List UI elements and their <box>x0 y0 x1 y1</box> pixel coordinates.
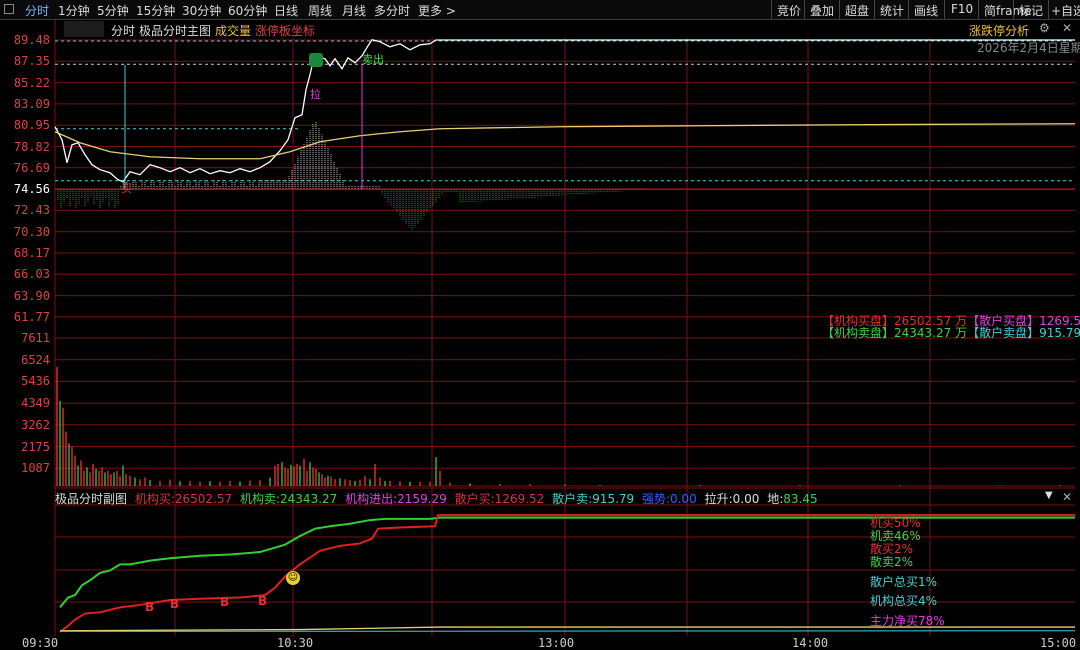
price-tick-label: 66.03 <box>13 267 50 282</box>
time-tick-label: 13:00 <box>538 636 575 650</box>
sell-badge-icon <box>309 53 323 67</box>
inst-sell-legend: 【机构卖盘】24343.27 万【散户卖盘】915.79 万 <box>822 326 1080 340</box>
limit-axis-label: 涨停板坐标 <box>255 24 316 38</box>
trend-value: 0.00 <box>670 492 697 506</box>
volume-label: 成交量 <box>215 24 252 38</box>
sell-marker: 卖出 <box>362 53 384 66</box>
price-tick-label: 70.30 <box>13 224 50 239</box>
time-tick-label: 10:30 <box>277 636 314 650</box>
retail-line <box>59 630 1076 632</box>
period-label: 分时 <box>111 24 136 38</box>
price-tick-label: 83.09 <box>13 96 50 111</box>
price-tick-label: 74.56 <box>13 182 50 197</box>
volume-tick-label: 4349 <box>21 396 50 411</box>
settings-icon[interactable]: ⚙ <box>1039 21 1050 35</box>
sub-legend-inst-total: 机构总买4% <box>870 594 938 608</box>
volume-tick-label: 6524 <box>21 352 50 367</box>
price-tick-label: 61.77 <box>13 309 50 324</box>
time-tick-label: 09:30 <box>22 636 59 650</box>
smiley-icon: ☺ <box>286 571 300 585</box>
sub-close-icon[interactable]: ✕ <box>1062 490 1072 504</box>
price-tick-label: 89.48 <box>13 33 50 47</box>
b-marker: B <box>258 594 268 608</box>
lift-value: 0.00 <box>732 492 760 506</box>
date-label: 2026年2月4日星期 <box>977 41 1080 55</box>
price-tick-label: 80.95 <box>13 118 50 133</box>
volume-tick-label: 7611 <box>21 331 50 345</box>
limit-analysis-label[interactable]: 涨跌停分析 <box>969 22 1029 39</box>
sub-chart-title: 极品分时副图 <box>55 492 128 506</box>
ground-value: 83.45 <box>783 492 818 506</box>
retail-buy-value: 1269.52 <box>494 492 545 506</box>
sub-dropdown-icon[interactable]: ▼ <box>1045 490 1053 501</box>
pull-marker: 拉 <box>310 88 321 101</box>
close-icon[interactable]: ✕ <box>1062 21 1072 35</box>
price-tick-label: 85.22 <box>13 75 50 90</box>
b-marker: B <box>170 597 180 611</box>
sub-chart-header: 极品分时副图 机构买:26502.57 机构卖:24343.27 机构进出:21… <box>55 492 818 506</box>
price-tick-label: 87.35 <box>13 54 50 69</box>
time-tick-label: 15:00 <box>1040 636 1077 650</box>
buy-marker: 买 <box>121 182 132 195</box>
inst-sell-value: 24343.27 <box>280 492 338 506</box>
stock-name-box <box>64 21 104 37</box>
volume-tick-label: 3262 <box>21 417 50 432</box>
inst-buy-value: 26502.57 <box>174 492 233 506</box>
main-indicator-label[interactable]: 极品分时主图 <box>139 22 211 39</box>
price-tick-label: 72.43 <box>13 203 50 218</box>
sub-legend-retail-sell: 散卖2% <box>870 555 914 569</box>
volume-tick-label: 1087 <box>21 461 50 476</box>
price-tick-label: 68.17 <box>13 246 50 260</box>
sub-legend-retail-total: 散户总买1% <box>870 575 938 589</box>
time-tick-label: 14:00 <box>792 636 829 650</box>
retail-sell-value: 915.79 <box>592 492 635 506</box>
price-tick-label: 76.69 <box>13 160 50 175</box>
volume-tick-label: 2175 <box>21 439 50 454</box>
price-tick-label: 78.82 <box>13 139 50 154</box>
price-tick-label: 63.90 <box>13 288 50 303</box>
inst-net-value: 2159.29 <box>397 492 447 506</box>
sub-legend-main-net: 主力净买78% <box>870 614 945 628</box>
volume-tick-label: 5436 <box>21 374 50 389</box>
b-marker: B <box>220 595 230 609</box>
b-marker: B <box>145 600 155 614</box>
